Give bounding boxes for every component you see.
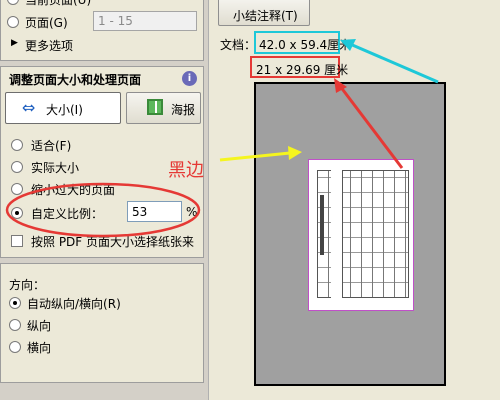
paper-size: 21 x 29.69 厘米 <box>256 63 349 77</box>
document-size-box: 42.0 x 59.4厘米 <box>254 31 351 54</box>
radio-custom-scale[interactable] <box>11 207 23 219</box>
document-size: 42.0 x 59.4厘米 <box>259 38 352 52</box>
radio-landscape-label: 横向 <box>27 341 52 355</box>
black-edge-annotation: 黑边 <box>168 160 204 181</box>
radio-landscape[interactable] <box>9 341 21 353</box>
radio-pages-label: 页面(G) <box>25 16 68 30</box>
radio-custom-scale-label: 自定义比例： <box>31 207 104 221</box>
radio-shrink[interactable] <box>11 183 23 195</box>
custom-scale-input[interactable]: 53 <box>127 201 182 222</box>
poster-button[interactable]: 海报 <box>126 92 201 124</box>
custom-scale-value: 53 <box>132 205 148 219</box>
radio-auto-orientation-label: 自动纵向/横向(R) <box>27 297 121 311</box>
print-preview-sheet <box>254 82 446 386</box>
table-header-strip <box>331 170 343 298</box>
radio-shrink-label: 缩小过大的页面 <box>31 183 116 197</box>
orientation-title: 方向： <box>9 278 46 292</box>
radio-actual-size-label: 实际大小 <box>31 161 80 175</box>
poster-button-label: 海报 <box>171 103 196 117</box>
poster-grid-icon <box>147 99 163 115</box>
info-icon[interactable]: i <box>182 71 197 86</box>
radio-current-page-label: 当前页面(U) <box>25 0 92 7</box>
radio-portrait[interactable] <box>9 319 21 331</box>
paper-size-box: 21 x 29.69 厘米 <box>250 56 348 78</box>
pages-range-value: 1 - 15 <box>98 14 133 28</box>
radio-fit[interactable] <box>11 139 23 151</box>
summarize-comments-button[interactable]: 小结注释(T) <box>218 0 310 26</box>
checkbox-pdf-paper-size[interactable] <box>11 235 23 247</box>
radio-fit-label: 适合(F) <box>31 139 72 153</box>
summarize-comments-label: 小结注释(T) <box>233 9 298 23</box>
orientation-panel: 方向： 自动纵向/横向(R) 纵向 横向 <box>0 263 204 383</box>
radio-actual-size[interactable] <box>11 161 23 173</box>
size-button-label: 大小(I) <box>46 103 83 117</box>
page-thumbnail <box>308 159 414 311</box>
size-button[interactable]: ⇔ 大小(I) <box>5 92 121 124</box>
section-title: 调整页面大小和处理页面 <box>9 73 142 87</box>
radio-auto-orientation[interactable] <box>9 297 21 309</box>
expand-triangle-icon[interactable]: ▶ <box>11 38 18 48</box>
page-selection-panel: 当前页面(U) 页面(G) 1 - 15 ▶ 更多选项 <box>0 0 204 61</box>
size-arrows-icon: ⇔ <box>22 98 36 117</box>
radio-current-page[interactable] <box>7 0 19 5</box>
table-title-text <box>320 195 324 255</box>
pages-range-input[interactable]: 1 - 15 <box>93 11 197 31</box>
more-options-link[interactable]: 更多选项 <box>25 37 73 54</box>
checkbox-pdf-paper-size-label: 按照 PDF 页面大小选择纸张来 <box>31 235 195 249</box>
radio-pages[interactable] <box>7 16 19 28</box>
document-label: 文档： <box>220 38 257 52</box>
percent-label: % <box>186 205 198 219</box>
radio-portrait-label: 纵向 <box>27 319 52 333</box>
